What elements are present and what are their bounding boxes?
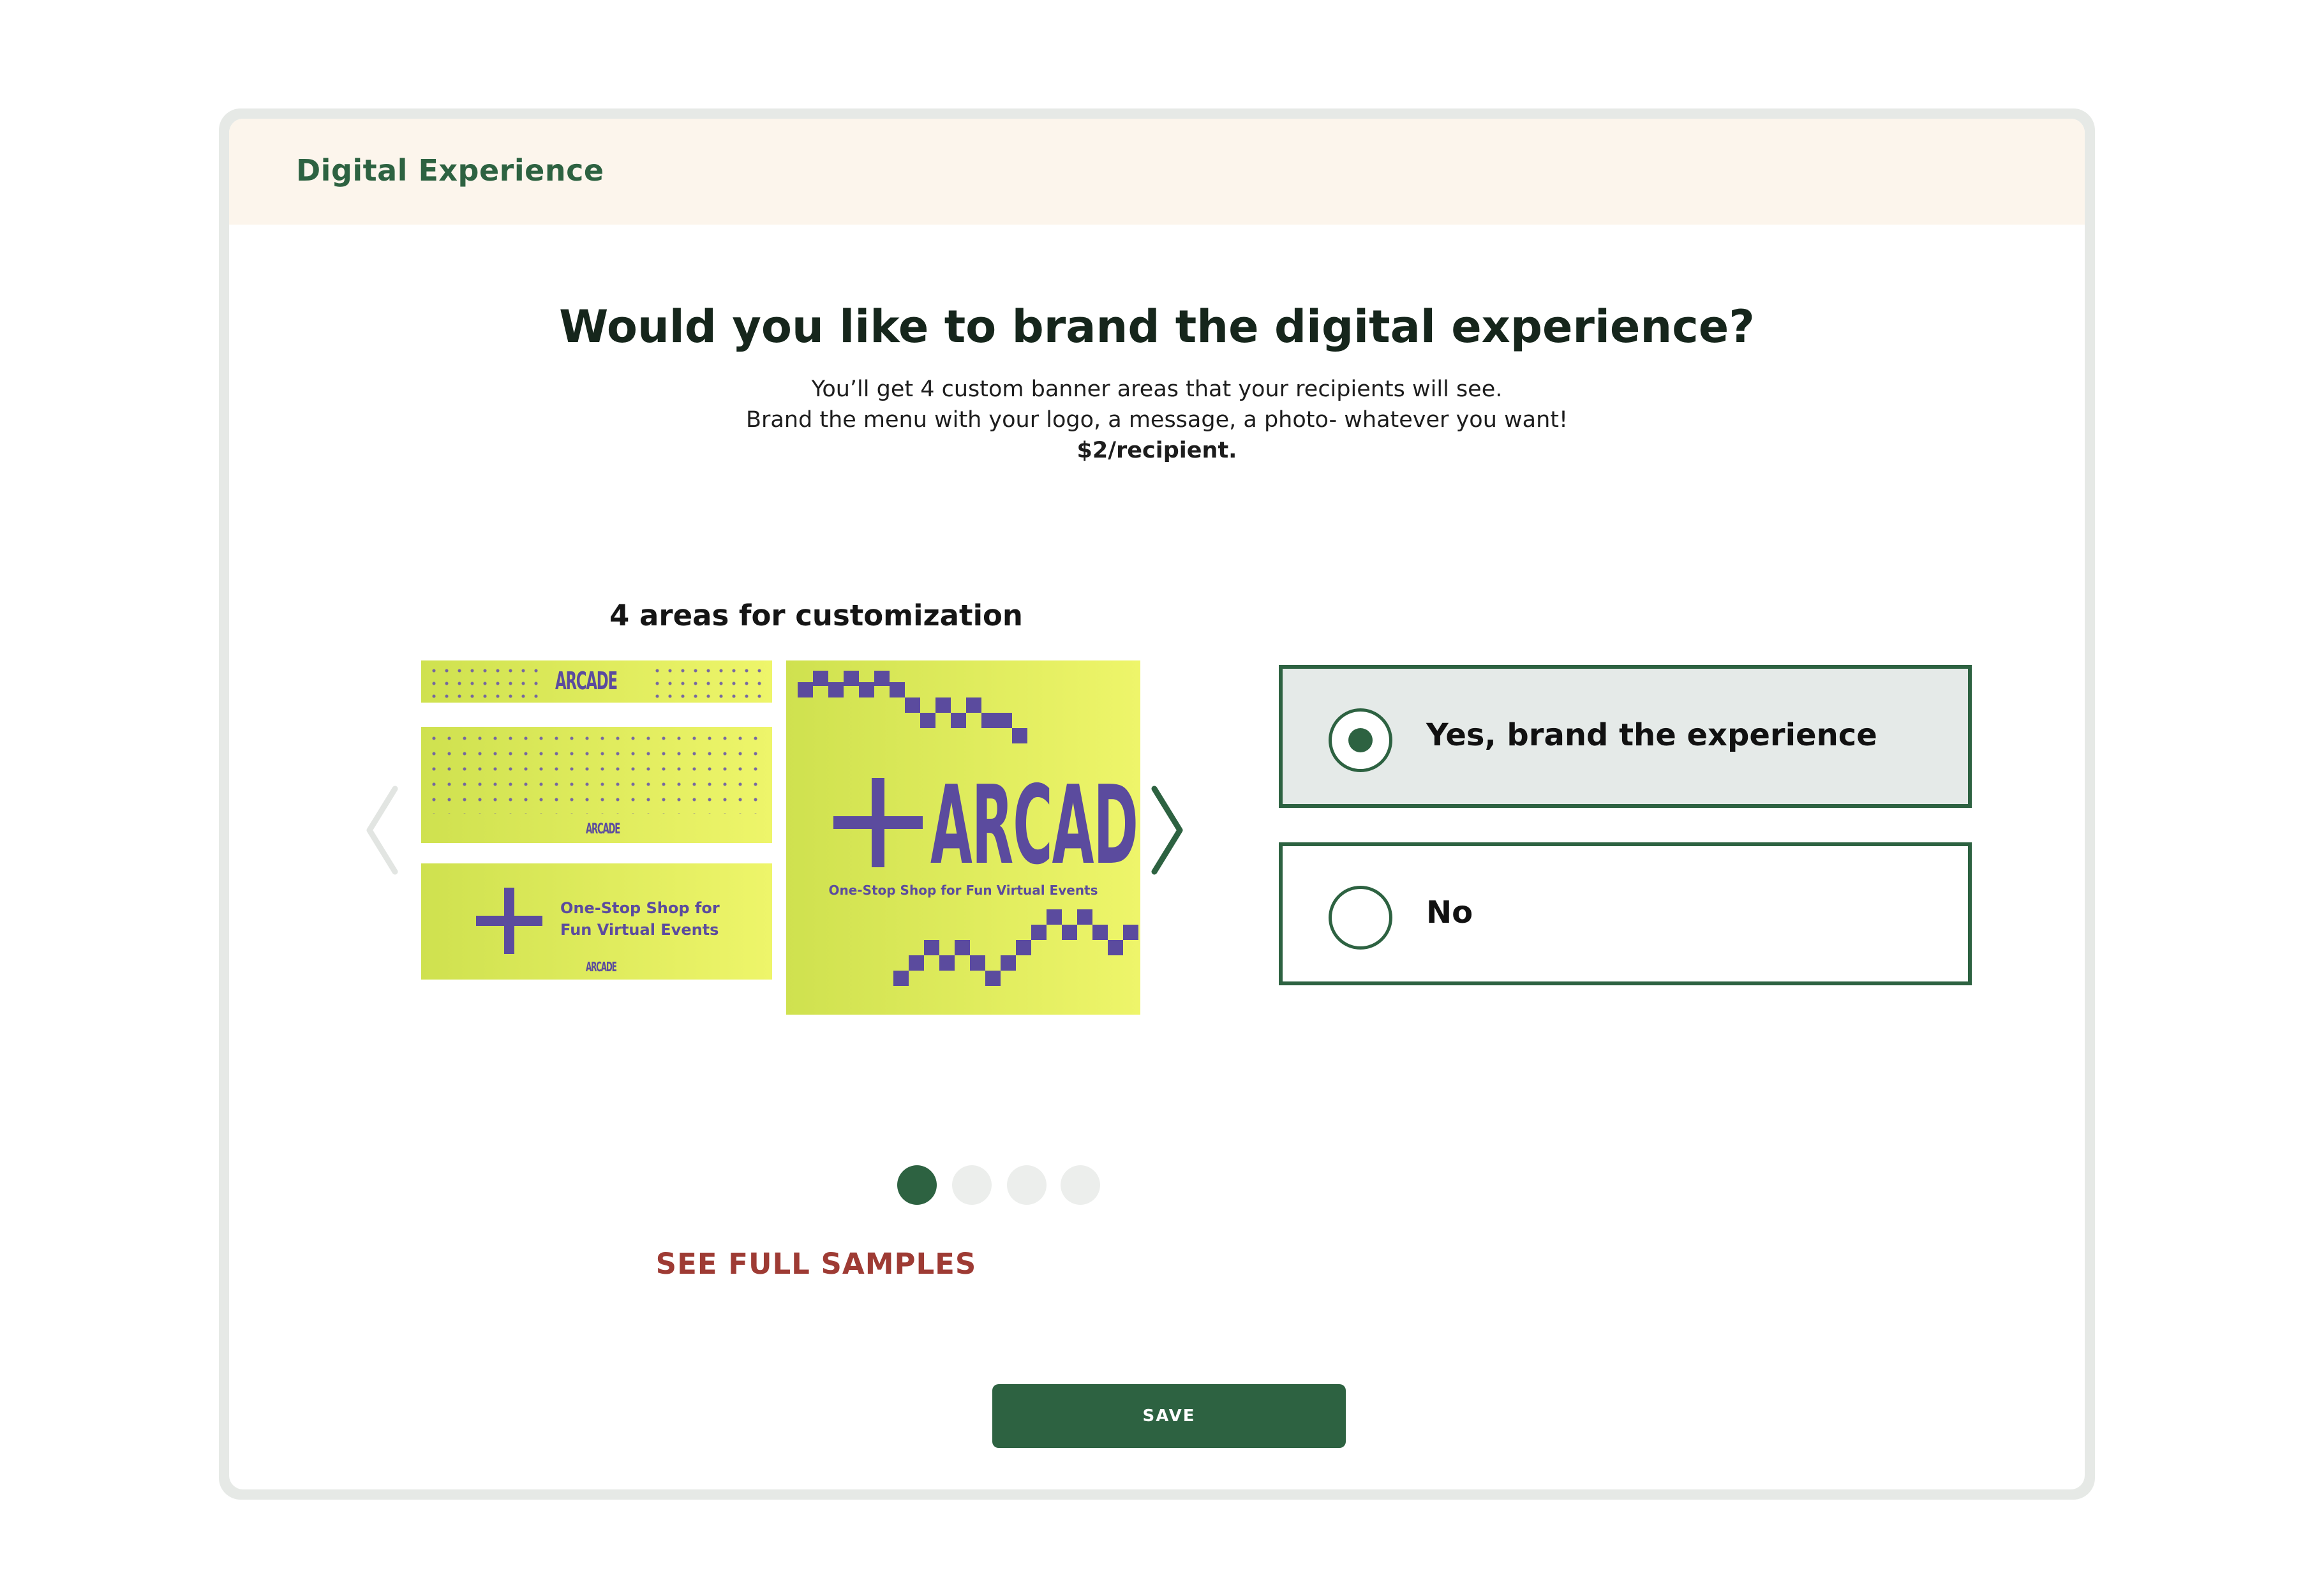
banner-thumbnail-tagline: One-Stop Shop for Fun Virtual Events ARC… [421,863,772,980]
save-button[interactable]: SAVE [992,1384,1346,1448]
carousel-dot-3[interactable] [1007,1165,1047,1205]
digital-experience-card: Digital Experience Would you like to bra… [229,119,2085,1489]
price-text: $2/recipient. [1077,438,1237,463]
carousel-pagination [897,1165,1101,1206]
card-header: Digital Experience [229,119,2085,225]
card-title: Digital Experience [296,153,604,188]
banner-thumbnail-square: ARCADE One-Stop Shop for Fun Virtual Eve… [786,660,1140,1015]
plus-icon [476,888,542,954]
chevron-right-icon[interactable] [1142,782,1193,878]
areas-label: 4 areas for customization [609,599,1023,632]
banner-thumbnail-top: ARCADE [421,660,772,703]
banner-logo: ARCADE [586,821,620,837]
option-no-label: No [1426,895,1473,930]
chevron-left-icon[interactable] [357,782,408,878]
banner-tagline-full: One-Stop Shop for Fun Virtual Events [828,883,1098,898]
radio-yes[interactable] [1329,708,1392,772]
carousel-dot-4[interactable] [1061,1165,1100,1205]
description-line-2: Brand the menu with your logo, a message… [745,407,1569,433]
option-yes-label: Yes, brand the experience [1426,717,1877,753]
banner-thumbnail-dotted: ARCADE [421,727,772,843]
radio-selected-indicator [1348,728,1373,752]
dot-pattern [428,664,542,699]
page-frame: Digital Experience Would you like to bra… [219,108,2095,1500]
banner-logo-large: ARCADE [930,763,1140,889]
plus-icon [833,778,923,867]
banner-logo: ARCADE [555,667,618,695]
banner-tagline-2: Fun Virtual Events [560,921,719,939]
radio-no[interactable] [1329,886,1392,950]
option-yes[interactable]: Yes, brand the experience [1279,665,1972,808]
description-line-1: You’ll get 4 custom banner areas that yo… [811,377,1503,402]
carousel-dot-2[interactable] [952,1165,992,1205]
question-heading: Would you like to brand the digital expe… [559,301,1755,353]
banner-logo: ARCADE [586,959,617,974]
dot-pattern [651,664,766,699]
see-full-samples-link[interactable]: SEE FULL SAMPLES [593,1247,1040,1281]
dot-pattern [426,731,767,814]
banner-tagline-1: One-Stop Shop for [560,899,720,917]
option-no[interactable]: No [1279,842,1972,985]
carousel-dot-1[interactable] [897,1165,937,1205]
